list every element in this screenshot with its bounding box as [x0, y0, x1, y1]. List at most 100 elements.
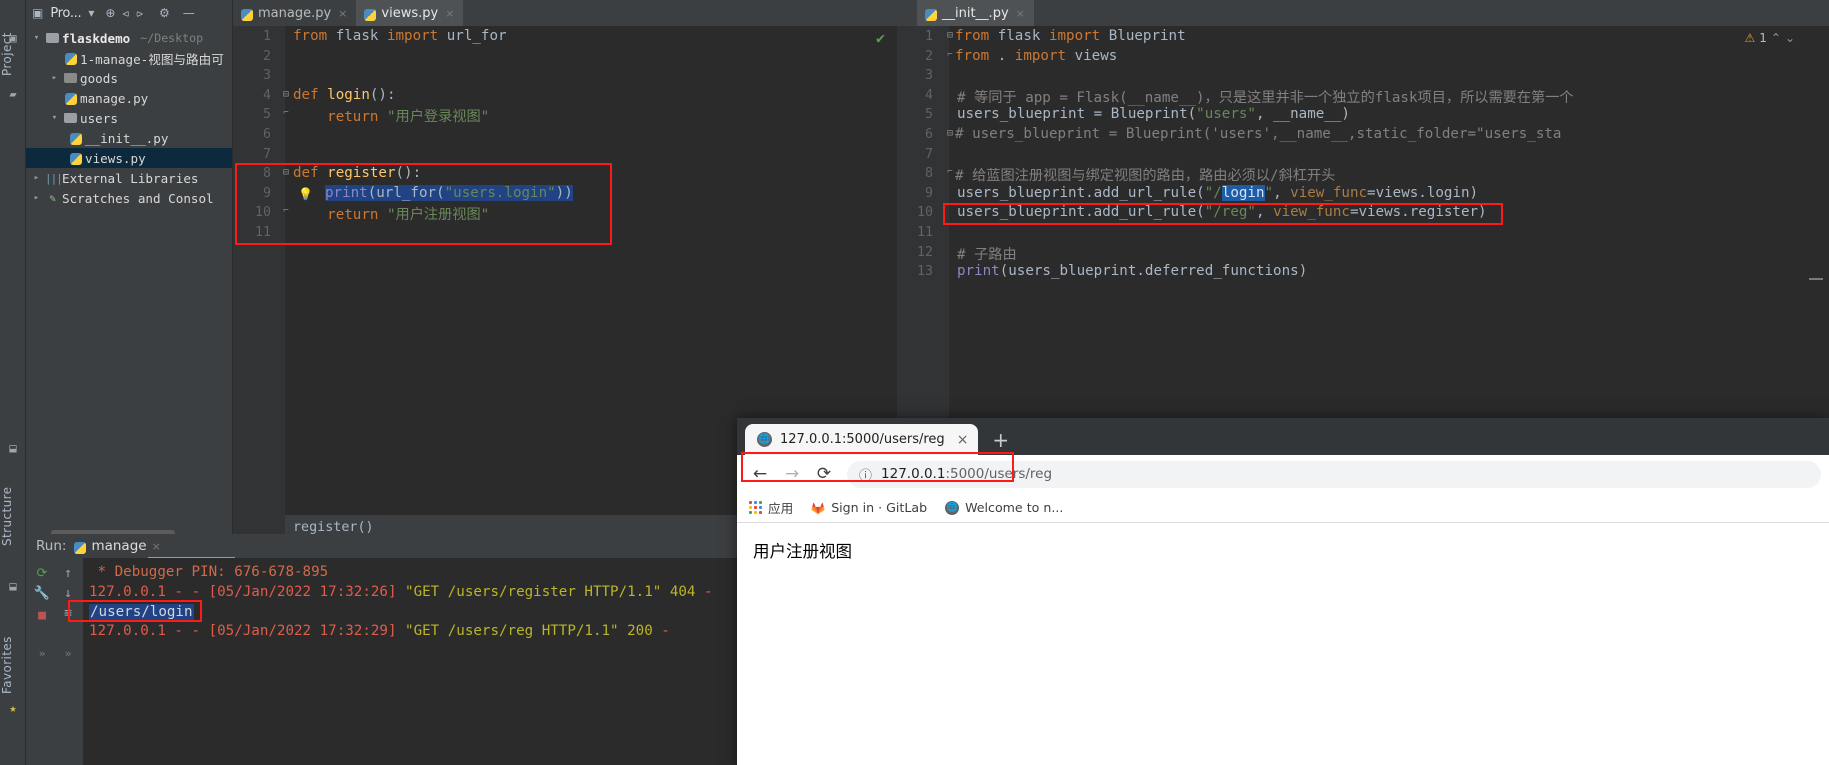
tree-item-external-libraries[interactable]: ▸ ||| External Libraries — [26, 168, 232, 188]
rerun-icon[interactable]: ⟳ — [32, 564, 52, 584]
left-editor-tabbar: manage.py × views.py × — [233, 0, 897, 26]
tab-manage-py[interactable]: manage.py × — [233, 0, 356, 26]
folder-icon — [63, 112, 78, 125]
fold-marker-icon[interactable]: ⊟ — [945, 30, 955, 41]
tab-label: manage.py — [258, 5, 332, 21]
spacer-icon: ▸ — [48, 93, 61, 103]
tree-item-init-py[interactable]: __init__.py — [26, 128, 232, 148]
address-bar[interactable]: ⓘ 127.0.0.1:5000/users/reg — [847, 460, 1821, 488]
expand-icon[interactable]: » — [32, 644, 52, 664]
expand-icon[interactable]: » — [58, 644, 78, 664]
tree-item-path: ~/Desktop — [140, 31, 204, 45]
chevron-down-icon[interactable]: ▾ — [88, 7, 94, 19]
tree-item-label: 1-manage-视图与路由可 — [80, 51, 224, 67]
bookmark-label: 应用 — [768, 501, 794, 516]
minimize-icon[interactable]: — — [183, 7, 195, 19]
browser-tab[interactable]: 🌐 127.0.0.1:5000/users/reg × — [745, 424, 979, 455]
chevron-down-icon[interactable]: ▾ — [48, 113, 61, 123]
project-panel-title: Pro... — [50, 5, 82, 21]
page-body-text: 用户注册视图 — [753, 542, 852, 561]
run-tab-manage[interactable]: manage × — [74, 538, 161, 554]
scroll-up-icon[interactable]: ↑ — [58, 564, 78, 584]
close-icon[interactable]: × — [338, 7, 347, 20]
back-button[interactable]: ← — [745, 459, 775, 489]
soft-wrap-icon[interactable]: ≡ — [58, 604, 78, 624]
globe-icon: 🌐 — [945, 500, 960, 515]
tree-item-goods[interactable]: ▸ goods — [26, 68, 232, 88]
console-selected-text: /users/login — [89, 603, 194, 620]
line-number: 8 — [262, 166, 271, 182]
warning-count: 1 — [1759, 31, 1767, 45]
forward-button[interactable]: → — [777, 459, 807, 489]
bookmark-apps[interactable]: 应用 — [749, 498, 793, 517]
scratch-icon: ✎ — [49, 191, 56, 205]
python-file-icon — [925, 9, 937, 21]
fold-marker-icon[interactable]: ⊟ — [281, 89, 291, 100]
site-info-icon[interactable]: ⓘ — [859, 465, 872, 484]
browser-tabstrip: 🌐 127.0.0.1:5000/users/reg × + — [737, 418, 1829, 455]
tree-item-1-manage[interactable]: ▸ 1-manage-视图与路由可 — [26, 48, 232, 68]
close-icon[interactable]: × — [1016, 7, 1025, 20]
scroll-down-icon[interactable]: ↓ — [58, 584, 78, 604]
tool-button-favorites[interactable]: Favorites — [0, 598, 26, 694]
line-number: 10 — [254, 205, 271, 221]
run-panel-header: Run: manage × — [26, 534, 737, 558]
project-tree: ▾ flaskdemo ~/Desktop ▸ 1-manage-视图与路由可 … — [26, 26, 232, 208]
chevron-down-icon[interactable]: ▾ — [30, 33, 43, 43]
tree-item-flaskdemo[interactable]: ▾ flaskdemo ~/Desktop — [26, 28, 232, 48]
bookmark-welcome[interactable]: 🌐 Welcome to n... — [945, 500, 1063, 515]
fold-marker-icon[interactable]: ⊟ — [945, 128, 955, 139]
run-tab-label: manage — [91, 538, 147, 554]
tree-item-scratches[interactable]: ▸ ✎ Scratches and Consol — [26, 188, 232, 208]
line-number: 4 — [262, 87, 271, 103]
chevron-up-icon[interactable]: ⌃ — [1771, 31, 1781, 45]
reload-button[interactable]: ⟳ — [809, 459, 839, 489]
chevron-right-icon[interactable]: ▸ — [30, 193, 43, 203]
library-icon: ||| — [45, 171, 63, 185]
line-number: 10 — [916, 205, 933, 221]
tab-views-py[interactable]: views.py × — [356, 0, 464, 26]
project-view-icon: ▣ — [32, 6, 44, 20]
line-number: 2 — [262, 48, 271, 64]
bookmark-gitlab[interactable]: Sign in · GitLab — [811, 500, 927, 515]
close-icon[interactable]: × — [445, 7, 454, 20]
chevron-down-icon[interactable]: ⌄ — [1785, 31, 1795, 45]
close-icon[interactable]: × — [152, 540, 161, 553]
bookmark-label: Welcome to n... — [965, 500, 1064, 515]
tree-item-label: manage.py — [80, 90, 149, 106]
collapse-all-icon[interactable]: ⪧ — [136, 7, 143, 19]
tree-item-manage-py[interactable]: ▸ manage.py — [26, 88, 232, 108]
expand-all-icon[interactable]: ⪦ — [122, 7, 129, 19]
project-panel-header: ▣ Pro... ▾ ⊕ ⪦ ⪧ ⚙ — — [26, 0, 232, 26]
stop-icon[interactable]: ■ — [32, 606, 52, 626]
line-number: 7 — [262, 146, 271, 162]
inspection-warning-badge[interactable]: ⚠ 1 ⌃ ⌄ — [1744, 31, 1795, 45]
chevron-right-icon[interactable]: ▸ — [48, 73, 61, 83]
star-icon: ★ — [9, 701, 17, 715]
line-number: 1 — [924, 29, 933, 44]
new-tab-button[interactable]: + — [992, 430, 1009, 450]
right-code-editor[interactable]: 1 ⊟ from flask import Blueprint 2 ⌐ from . i… — [897, 26, 1829, 418]
tab-init-py[interactable]: __init__.py × — [917, 0, 1034, 26]
fold-end-icon: ⌐ — [947, 167, 953, 178]
tool-button-project[interactable]: Project — [0, 6, 26, 76]
tree-item-views-py[interactable]: views.py — [26, 148, 232, 168]
settings-gear-icon[interactable]: ⚙ — [159, 7, 170, 19]
lightbulb-icon[interactable]: 💡 — [298, 187, 313, 201]
tree-item-users[interactable]: ▾ users — [26, 108, 232, 128]
editor-marker-stripe — [1809, 278, 1823, 280]
folder-icon — [45, 32, 60, 45]
settings-wrench-icon[interactable]: 🔧 — [32, 584, 52, 604]
locate-icon[interactable]: ⊕ — [105, 7, 115, 19]
line-number: 8 — [924, 166, 933, 182]
fold-marker-icon[interactable]: ⊟ — [281, 167, 291, 178]
tool-button-structure[interactable]: Structure — [0, 460, 26, 546]
tree-item-label: Scratches and Consol — [62, 190, 214, 206]
chevron-right-icon[interactable]: ▸ — [30, 173, 43, 183]
inspection-ok-checkmark-icon: ✔ — [875, 29, 885, 47]
url-path: :5000/users/reg — [945, 466, 1053, 482]
apps-grid-icon — [749, 501, 762, 514]
python-file-icon — [63, 91, 78, 106]
close-icon[interactable]: × — [957, 432, 969, 448]
fold-end-icon: ⌐ — [947, 49, 953, 60]
